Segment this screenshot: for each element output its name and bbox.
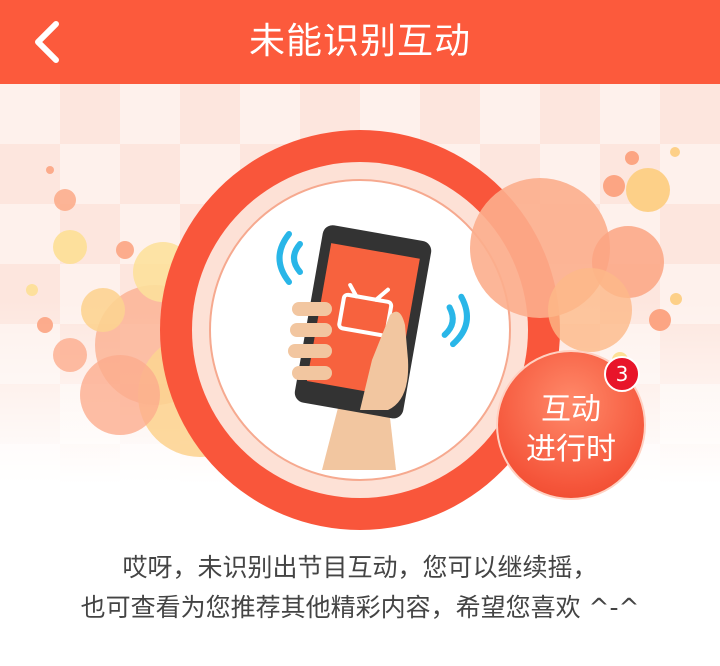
header-bar: 未能识别互动 (0, 0, 720, 84)
interaction-live-button[interactable]: 互动 进行时 3 (496, 350, 646, 500)
unrecognized-message: 哎呀，未识别出节目互动，您可以继续摇， 也可查看为您推荐其他精彩内容，希望您喜欢… (0, 548, 720, 628)
page-title: 未能识别互动 (248, 21, 471, 62)
message-line-2: 也可查看为您推荐其他精彩内容，希望您喜欢 ^-^ (80, 593, 640, 622)
interaction-label-line2: 进行时 (526, 432, 616, 467)
notification-count-badge: 3 (604, 356, 640, 392)
message-line-1: 哎呀，未识别出节目互动，您可以继续摇， (122, 553, 598, 582)
